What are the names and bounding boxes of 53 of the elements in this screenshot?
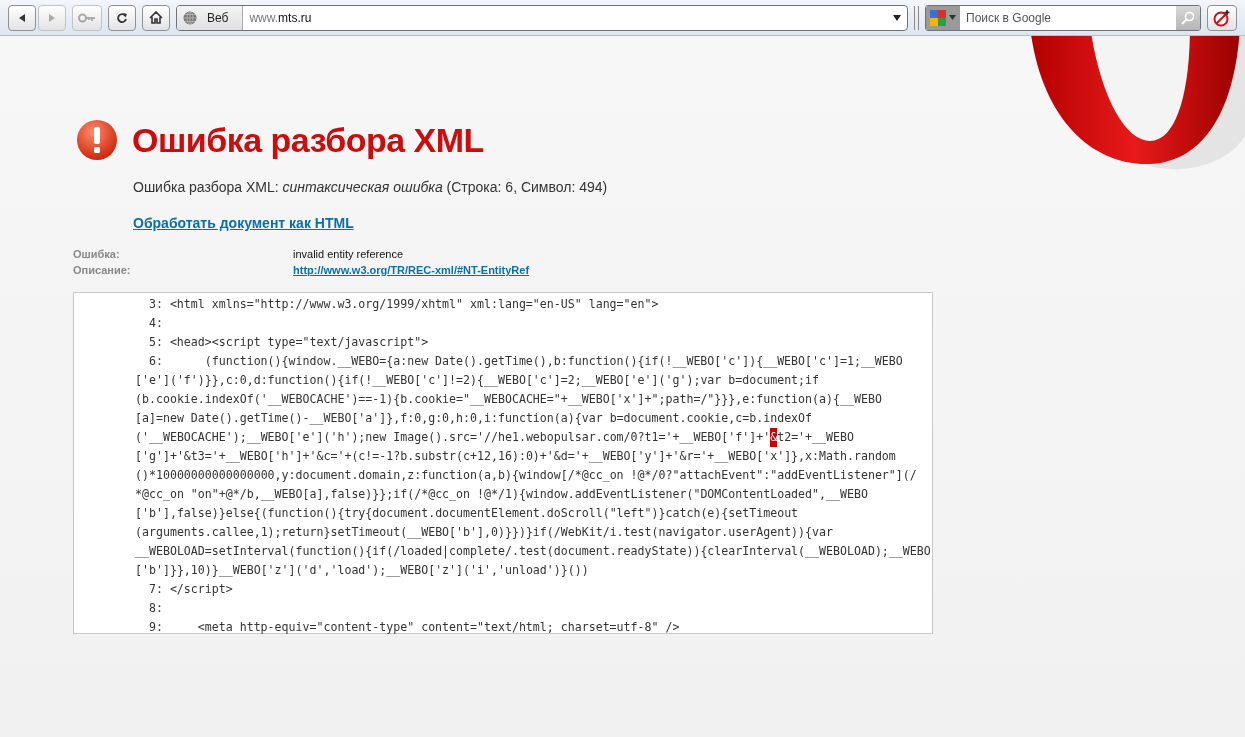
code-line: [a]=new Date().getTime()-__WEBO['a']},f:0,g:0,h:0,i:function(a){var b=document.cookie,c=b.indexOf [135,410,813,427]
url-text: www.mts.ru [248,10,313,25]
address-scope-label: Веб [207,10,229,25]
search-engine-icon [930,9,946,26]
code-line: <html xmlns="http://www.w3.org/1999/xhtml" xml:lang="en-US" lang="en"> [169,296,659,313]
error-character: & [770,428,778,447]
line-number: 6: [147,353,163,370]
reparse-html-link[interactable]: Обработать документ как HTML [133,215,354,231]
address-field[interactable]: Веб www.mts.ru [176,4,908,31]
line-number: 8: [147,600,163,617]
search-button[interactable] [1176,5,1200,30]
code-line: ['b']}},10)}__WEBO['z']('d','load');__WEBO['z']('i','unload')}()) [135,562,589,579]
search-field[interactable]: Поиск в Google [925,4,1201,31]
reload-button[interactable] [108,4,136,31]
line-number: 7: [147,581,163,598]
key-icon [78,12,96,23]
code-line: </script> [169,581,233,598]
error-icon [76,119,118,161]
code-line: ()*10000000000000000,y:document.domain,z:function(a,b){window[/*@cc_on !@*/0?"attachEvent":"addEventListener"](/ [135,467,917,484]
home-icon [149,11,163,24]
code-line: (arguments.callee,1);return}setTimeout(__WEBO['b'],0)}})}if(/WebKit/i.test(navigator.userAgent)){var [135,524,833,541]
detail-value: invalid entity reference [293,248,404,260]
globe-icon [183,10,197,25]
code-line: ['b'],false)}else{(function(){try{document.documentElement.doScroll("left")}catch(e){setTimeout [135,505,799,522]
detail-label: Ошибка: [73,248,121,260]
back-button[interactable] [8,4,36,31]
line-number: 3: [147,296,163,313]
error-message: Ошибка разбора XML: синтаксическая ошибка (Строка: 6, Символ: 494) [133,179,609,195]
code-line: <head><script type="text/javascript"> [169,334,429,351]
detail-label: Описание: [73,264,132,276]
ad-block-icon [1213,8,1231,27]
line-number: 5: [147,334,163,351]
code-line: ['e']('f')}},c:0,d:function(){if(!__WEBO['c']!=2){__WEBO['c']=2;__WEBO['e']('g');var b=document;if [135,372,820,389]
home-button[interactable] [142,4,170,31]
search-engine-picker[interactable] [926,5,960,30]
caret-icon [949,15,956,20]
spec-link[interactable]: http://www.w3.org/TR/REC-xml/#NT-EntityRef [293,264,530,276]
line-number: 9: [147,619,163,636]
code-line: t2='+__WEBO [777,429,854,446]
search-icon [1181,10,1195,25]
code-line: __WEBOLOAD=setInterval(function(){if(/loaded|complete/.test(document.readyState)){clearInterval(__WEBOLOAD);__WEBO [135,543,931,561]
code-line: ['g']+'&t3='+__WEBO['h']+'&c='+(c!=-1?b.substr(c+12,16):0)+'&d='+__WEBO['y']+'&r='+__WEBO['x']},x:Math.random [135,448,896,465]
line-number: 4: [147,315,163,332]
code-line: *@cc_on "on"+@*/b,__WEBO[a],false)}};if(/*@cc_on !@*/1){window.addEventListener("DOMContentLoaded",__WEBO [135,486,868,503]
code-line: (b.cookie.indexOf('__WEBOCACHE')==-1){b.cookie="__WEBOCACHE="+__WEBO['x']+";path=/"}}},e:function(a){__WEBO [135,391,882,408]
back-arrow-icon [17,12,27,23]
error-title: Ошибка разбора XML [132,120,484,160]
dropdown-caret-icon[interactable] [893,14,901,21]
reload-icon [116,11,128,24]
code-line: <meta http-equiv="content-type" content="text/html; charset=utf-8" /> [196,619,680,636]
ad-block-button[interactable] [1207,4,1237,31]
code-line: (function(){window.__WEBO={a:new Date().getTime(),b:function(){if(!__WEBO['c']){__WEBO['c']=1;__WEBO [203,353,903,370]
forward-arrow-icon [47,12,57,23]
